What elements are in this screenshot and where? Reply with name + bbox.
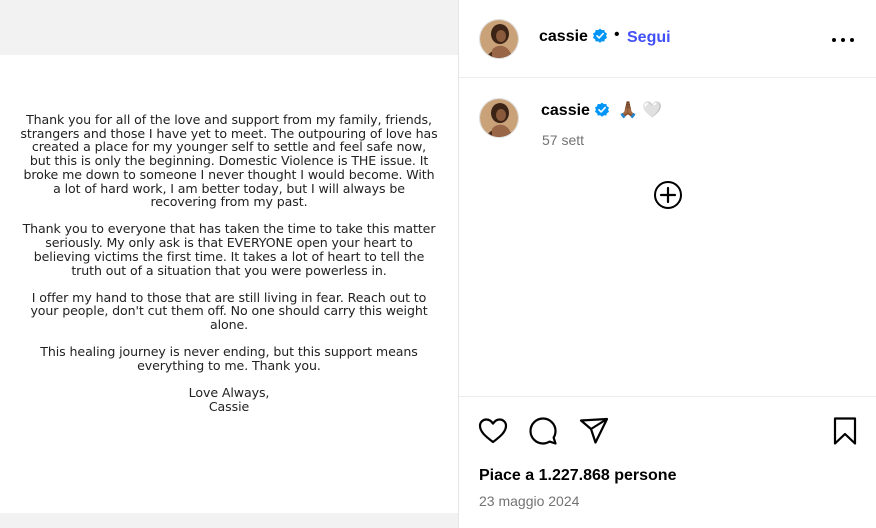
bookmark-icon[interactable] xyxy=(829,415,861,447)
caption-avatar[interactable] xyxy=(479,98,519,138)
likes-count[interactable]: Piace a 1.227.868 persone xyxy=(479,467,676,485)
letter-paragraph-4: This healing journey is never ending, bu… xyxy=(40,344,418,374)
post-image[interactable]: Thank you for all of the love and suppor… xyxy=(0,55,458,513)
post-media-panel: Thank you for all of the love and suppor… xyxy=(0,0,458,528)
letter-text: Thank you for all of the love and suppor… xyxy=(20,113,438,414)
caption-timestamp[interactable]: 57 sett xyxy=(542,132,584,148)
post-date[interactable]: 23 maggio 2024 xyxy=(479,493,579,509)
caption-emojis: 🙏🏾 🤍 xyxy=(618,102,663,119)
caption-username[interactable]: cassie xyxy=(541,102,610,123)
post-sidebar: cassie • Segui cassie 🙏🏾 🤍 57 sett Piace… xyxy=(459,0,876,528)
author-username[interactable]: cassie xyxy=(539,28,608,49)
letter-paragraph-1: Thank you for all of the love and suppor… xyxy=(20,112,438,210)
more-options-icon[interactable] xyxy=(831,29,855,49)
author-avatar[interactable] xyxy=(479,19,519,59)
add-comment-icon[interactable] xyxy=(653,180,683,210)
instagram-post-view: Thank you for all of the love and suppor… xyxy=(0,0,876,528)
author-username-text[interactable]: cassie xyxy=(539,28,588,45)
post-header: cassie • Segui xyxy=(459,0,876,78)
verified-badge-icon xyxy=(592,28,608,49)
heart-icon[interactable] xyxy=(477,415,509,447)
letter-signature: Cassie xyxy=(208,398,250,414)
follow-button[interactable]: Segui xyxy=(627,29,671,47)
verified-badge-icon xyxy=(594,102,610,123)
share-icon[interactable] xyxy=(578,415,610,447)
letter-paragraph-3: I offer my hand to those that are still … xyxy=(30,289,428,333)
actions-divider xyxy=(459,396,876,397)
letter-paragraph-2: Thank you to everyone that has taken the… xyxy=(22,221,436,278)
action-bar xyxy=(459,412,876,452)
caption-comment: cassie 🙏🏾 🤍 57 sett xyxy=(459,96,876,166)
header-separator: • xyxy=(614,26,620,43)
caption-username-text[interactable]: cassie xyxy=(541,102,590,119)
comment-icon[interactable] xyxy=(527,415,559,447)
letter-closing: Love Always, xyxy=(188,385,270,401)
